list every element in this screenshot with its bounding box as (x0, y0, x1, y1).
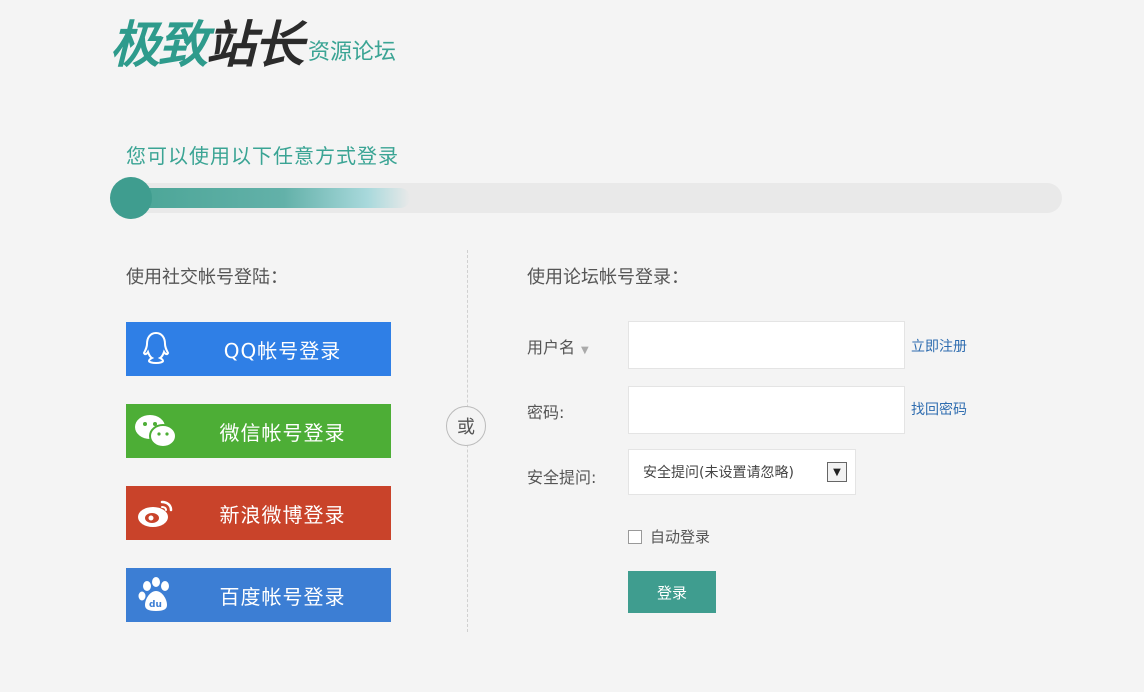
weibo-login-button[interactable]: 新浪微博登录 (126, 486, 391, 540)
username-label[interactable]: 用户名 ▼ (527, 334, 589, 358)
auto-login-label: 自动登录 (650, 528, 711, 546)
site-logo[interactable]: 极致站长 资源论坛 (110, 20, 396, 70)
password-label: 密码: (527, 403, 565, 422)
logo-brand: 极致站长 (110, 20, 304, 70)
wechat-login-button[interactable]: 微信帐号登录 (126, 404, 391, 458)
logo-brand-part1: 极致 (110, 16, 208, 74)
auto-login-option[interactable]: 自动登录 (628, 526, 710, 547)
security-question-label: 安全提问: (527, 468, 597, 487)
wechat-login-label: 微信帐号登录 (219, 420, 346, 445)
security-question-value: 安全提问(未设置请忽略) (643, 465, 794, 481)
weibo-login-label: 新浪微博登录 (219, 502, 346, 527)
login-submit-button[interactable]: 登录 (628, 571, 716, 613)
progress-knob (110, 177, 152, 219)
weibo-icon (126, 496, 186, 530)
page-headline: 您可以使用以下任意方式登录 (126, 144, 399, 168)
security-question-select[interactable]: 安全提问(未设置请忽略) ▼ (628, 449, 856, 495)
baidu-login-button[interactable]: du 百度帐号登录 (126, 568, 391, 622)
qq-login-label: QQ帐号登录 (223, 338, 342, 363)
qq-icon (126, 330, 186, 368)
register-link[interactable]: 立即注册 (911, 336, 967, 356)
svg-text:du: du (149, 600, 162, 610)
qq-login-button[interactable]: QQ帐号登录 (126, 322, 391, 376)
username-label-text: 用户名 (527, 338, 576, 357)
username-input[interactable] (628, 321, 905, 369)
logo-brand-part2: 站长 (206, 16, 304, 74)
social-login-title: 使用社交帐号登陆： (126, 267, 288, 288)
forgot-password-link[interactable]: 找回密码 (911, 399, 967, 419)
baidu-login-label: 百度帐号登录 (219, 584, 346, 609)
chevron-down-icon: ▼ (581, 345, 589, 356)
dropdown-arrow-icon[interactable]: ▼ (827, 462, 847, 482)
auto-login-checkbox[interactable] (628, 529, 642, 544)
logo-subtitle: 资源论坛 (308, 40, 397, 65)
or-separator: 或 (446, 406, 486, 446)
forum-login-title: 使用论坛帐号登录： (527, 267, 689, 288)
password-input[interactable] (628, 386, 905, 434)
baidu-icon: du (126, 576, 186, 614)
progress-fill (130, 188, 410, 208)
wechat-icon (126, 412, 186, 450)
